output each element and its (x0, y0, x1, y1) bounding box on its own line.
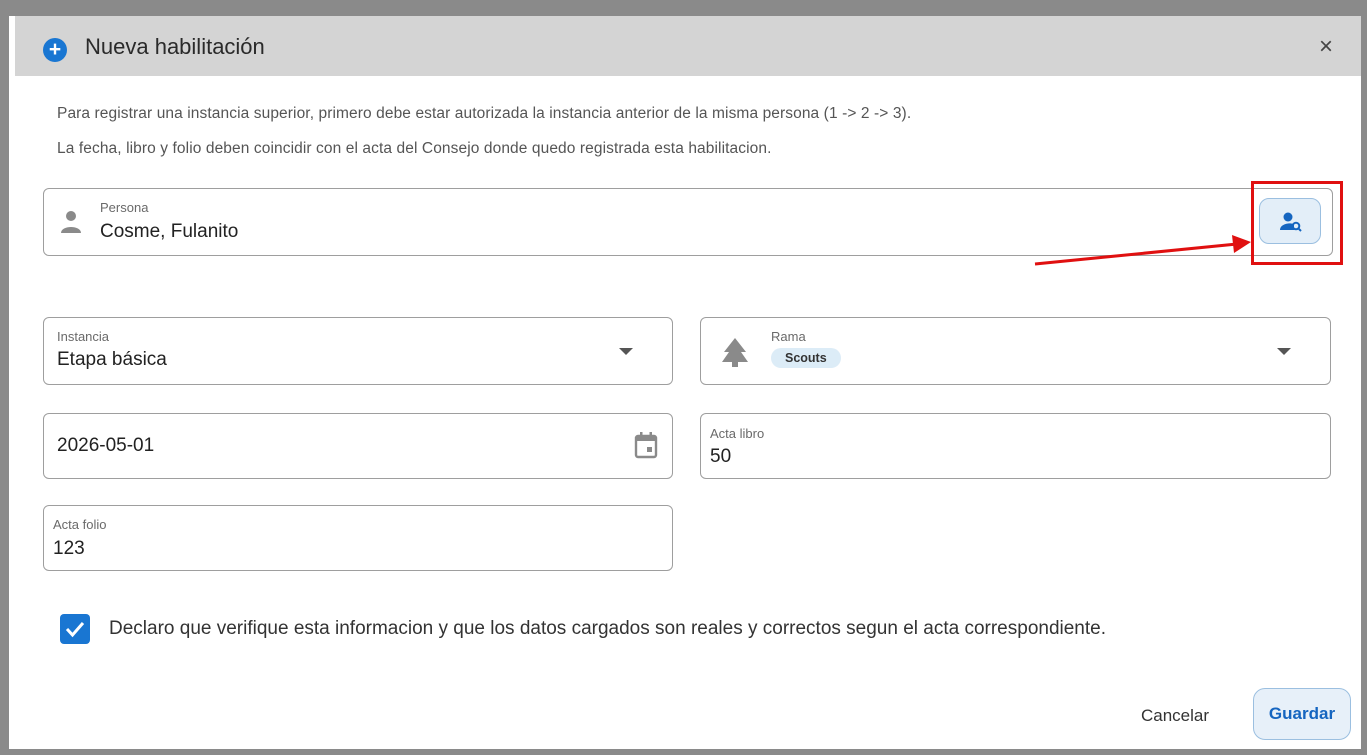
info-line-1: Para registrar una instancia superior, p… (57, 105, 912, 122)
close-button[interactable]: × (1311, 32, 1341, 62)
persona-label: Persona (100, 200, 149, 215)
persona-value: Cosme, Fulanito (100, 221, 239, 242)
acta-libro-value: 50 (710, 446, 732, 467)
acta-libro-field[interactable]: Acta libro 50 (700, 413, 1331, 479)
info-line-2: La fecha, libro y folio deben coincidir … (57, 140, 772, 157)
tree-icon (722, 338, 748, 367)
save-button[interactable]: Guardar (1253, 688, 1351, 740)
rama-select[interactable]: Rama Scouts (700, 317, 1331, 385)
acta-libro-label: Acta libro (710, 426, 765, 441)
annotation-highlight-box (1251, 181, 1343, 265)
declaration-checkbox[interactable] (60, 614, 90, 644)
chevron-down-icon (1277, 348, 1291, 355)
person-icon (61, 211, 81, 233)
dialog-title: Nueva habilitación (85, 34, 265, 59)
annotation-arrow (1034, 235, 1251, 266)
acta-folio-field[interactable]: Acta folio 123 (43, 505, 673, 571)
declaration-text: Declaro que verifique esta informacion y… (109, 618, 1106, 639)
calendar-icon[interactable] (634, 431, 658, 459)
acta-folio-label: Acta folio (53, 517, 107, 532)
fecha-value: 2026-05-01 (57, 435, 155, 456)
rama-label: Rama (771, 329, 806, 344)
dialog-titlebar: + Nueva habilitación × (15, 16, 1361, 76)
fecha-field[interactable]: 2026-05-01 (43, 413, 673, 479)
acta-folio-value: 123 (53, 538, 85, 559)
chevron-down-icon (619, 348, 633, 355)
add-circle-icon: + (43, 38, 67, 62)
instancia-select[interactable]: Instancia Etapa básica (43, 317, 673, 385)
instancia-label: Instancia (57, 329, 110, 344)
cancel-button[interactable]: Cancelar (1119, 698, 1231, 734)
rama-chip-scouts: Scouts (771, 348, 841, 368)
new-habilitacion-dialog: + Nueva habilitación × Para registrar un… (9, 16, 1361, 749)
instancia-value: Etapa básica (57, 349, 167, 370)
checkmark-icon (65, 622, 85, 638)
